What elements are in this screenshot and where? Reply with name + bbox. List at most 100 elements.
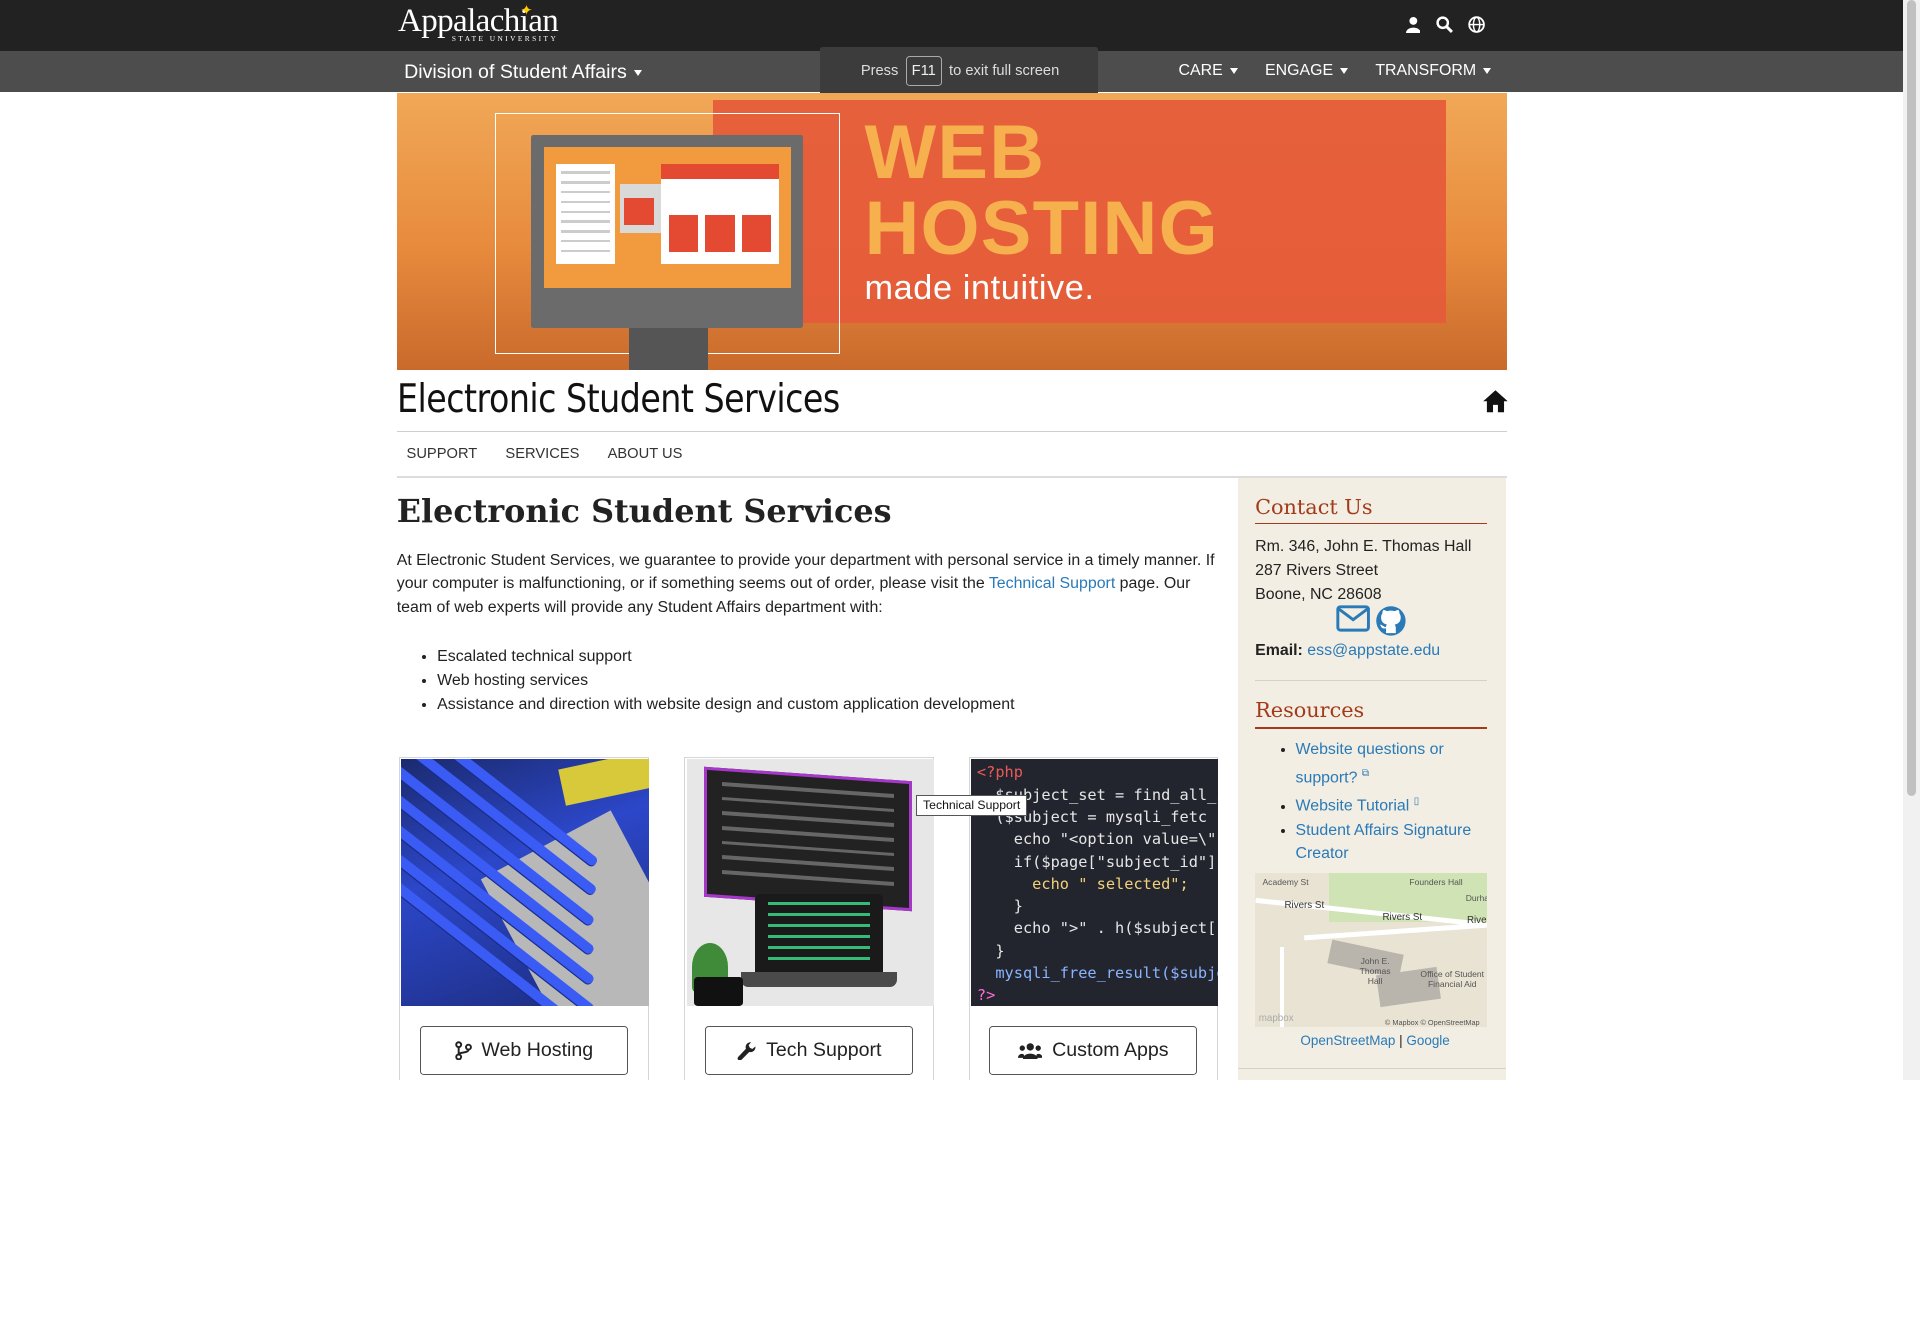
code-line: echo ">" . h($subject['men [1013,919,1218,938]
map-label: Office of Student Financial Aid [1420,968,1485,989]
tech-support-button[interactable]: Tech Support [705,1025,914,1075]
resource-website-tutorial[interactable]: Website Tutorial ▯ [1296,790,1487,818]
chevron-down-icon [1340,68,1349,75]
tech-support-label: Tech Support [766,1038,882,1061]
banner-headline: WEB HOSTING [864,115,1218,267]
subnav-about-us[interactable]: ABOUT US [608,446,683,462]
divider [396,431,1508,433]
envelope-icon[interactable] [1336,605,1370,643]
logo-star-icon: ✦ [520,3,533,20]
subnav-support[interactable]: SUPPORT [407,446,478,462]
fullscreen-key: F11 [905,55,942,87]
chevron-down-icon [1483,68,1492,75]
card-tech-support: Tech Support [684,756,935,1080]
address-line: Rm. 346, John E. Thomas Hall [1255,538,1472,556]
fullscreen-notice: Press F11 to exit full screen [820,46,1099,96]
users-icon [1017,1043,1043,1059]
code-line: <?php [976,763,1023,782]
resource-signature-creator[interactable]: Student Affairs Signature Creator [1296,819,1487,867]
page: Appalachian STATE UNIVERSITY ✦ Division … [0,0,1920,1080]
fullscreen-post: to exit full screen [949,63,1060,79]
map-label: John E. Thomas Hall [1359,956,1391,987]
division-menu[interactable]: Division of Student Affairs [404,61,643,84]
map-label: Rivers St [1284,900,1325,911]
wrench-icon [737,1041,756,1061]
division-title: Division of Student Affairs [404,61,627,84]
code-line: } [976,941,1005,960]
code-line: echo "<option value=\"" . [976,830,1219,849]
custom-apps-label: Custom Apps [1052,1038,1169,1061]
list-item: Assistance and direction with website de… [437,693,1014,717]
code-branch-icon [454,1040,472,1060]
code-line: ?> [976,986,996,1005]
banner-line-1: WEB [864,110,1046,196]
campus-map[interactable]: Academy St Founders Hall Rivers St River… [1255,873,1487,1028]
email-label: Email: [1255,641,1303,659]
contact-heading: Contact Us [1255,494,1373,519]
network-cables-image [401,758,649,1007]
vertical-scrollbar[interactable] [1902,0,1920,1080]
web-hosting-label: Web Hosting [481,1038,594,1061]
map-label: Founders Hall [1409,876,1463,887]
subnav-services[interactable]: SERVICES [505,446,579,462]
list-item: Escalated technical support [437,645,1014,669]
divider [1255,679,1487,681]
fullscreen-pre: Press [860,63,899,79]
code-line: mysqli_free_result($subject_ [995,963,1218,982]
resource-website-questions[interactable]: Website questions or support? ⧉ [1296,738,1487,790]
map-link-separator: | [1399,1033,1403,1049]
monitor-illustration [531,134,804,329]
address: Rm. 346, John E. Thomas Hall 287 Rivers … [1255,535,1471,607]
contact-icons [1336,605,1407,643]
external-link-icon: ⧉ [1361,768,1369,780]
map-label: Academy St [1262,876,1309,887]
site-subnav: SUPPORT SERVICES ABOUT US [407,446,683,462]
top-bar: Appalachian STATE UNIVERSITY ✦ [0,0,1903,52]
technical-support-link[interactable]: Technical Support [989,575,1115,592]
custom-apps-button[interactable]: Custom Apps [989,1025,1198,1075]
address-line: Boone, NC 28608 [1255,585,1382,603]
address-line: 287 Rivers Street [1255,561,1378,579]
globe-icon[interactable] [1467,13,1487,35]
map-attribution: © Mapbox © OpenStreetMap [1384,1017,1480,1027]
resource-label: Website Tutorial [1295,797,1410,815]
university-logo[interactable]: Appalachian STATE UNIVERSITY ✦ [397,2,559,43]
list-item: Web hosting services [437,669,1014,693]
user-icon[interactable] [1403,13,1423,35]
hero-banner: WEB HOSTING made intuitive. [396,93,1508,370]
code-line: echo " selected"; [976,874,1189,893]
division-nav: CARE ENGAGE TRANSFORM [1179,62,1492,80]
chevron-down-icon [634,70,643,76]
scrollbar-thumb[interactable] [1906,0,1917,796]
openstreetmap-link[interactable]: OpenStreetMap [1300,1033,1395,1048]
resources-list: Website questions or support? ⧉ Website … [1296,738,1487,866]
nav-engage-label: ENGAGE [1265,62,1334,80]
divider [1255,522,1487,525]
logo-main-text: Appalachian [397,2,559,39]
email-link[interactable]: ess@appstate.edu [1307,642,1440,659]
search-icon[interactable] [1435,13,1455,35]
nav-engage[interactable]: ENGAGE [1265,62,1349,80]
resources-heading: Resources [1255,697,1365,722]
home-icon[interactable] [1482,389,1509,413]
resource-label: Website questions or support? [1295,741,1444,787]
code-line: } [976,897,1023,916]
workstation-image [686,758,935,1007]
nav-care[interactable]: CARE [1179,62,1239,80]
top-icons [1403,13,1486,35]
map-label: Durha [1465,892,1487,903]
google-maps-link[interactable]: Google [1406,1033,1449,1048]
nav-care-label: CARE [1178,62,1223,80]
document-icon: ▯ [1413,796,1420,808]
intro-paragraph: At Electronic Student Services, we guara… [397,549,1220,621]
tooltip: Technical Support [915,794,1028,816]
chevron-down-icon [1230,68,1239,75]
resource-label: Student Affairs Signature Creator [1295,821,1472,863]
card-web-hosting: Web Hosting [399,756,649,1080]
nav-transform[interactable]: TRANSFORM [1375,62,1492,80]
web-hosting-button[interactable]: Web Hosting [419,1025,628,1075]
github-icon[interactable] [1375,605,1407,643]
nav-transform-label: TRANSFORM [1375,62,1477,80]
divider [1255,727,1487,729]
mapbox-logo: mapbox [1258,1012,1294,1024]
